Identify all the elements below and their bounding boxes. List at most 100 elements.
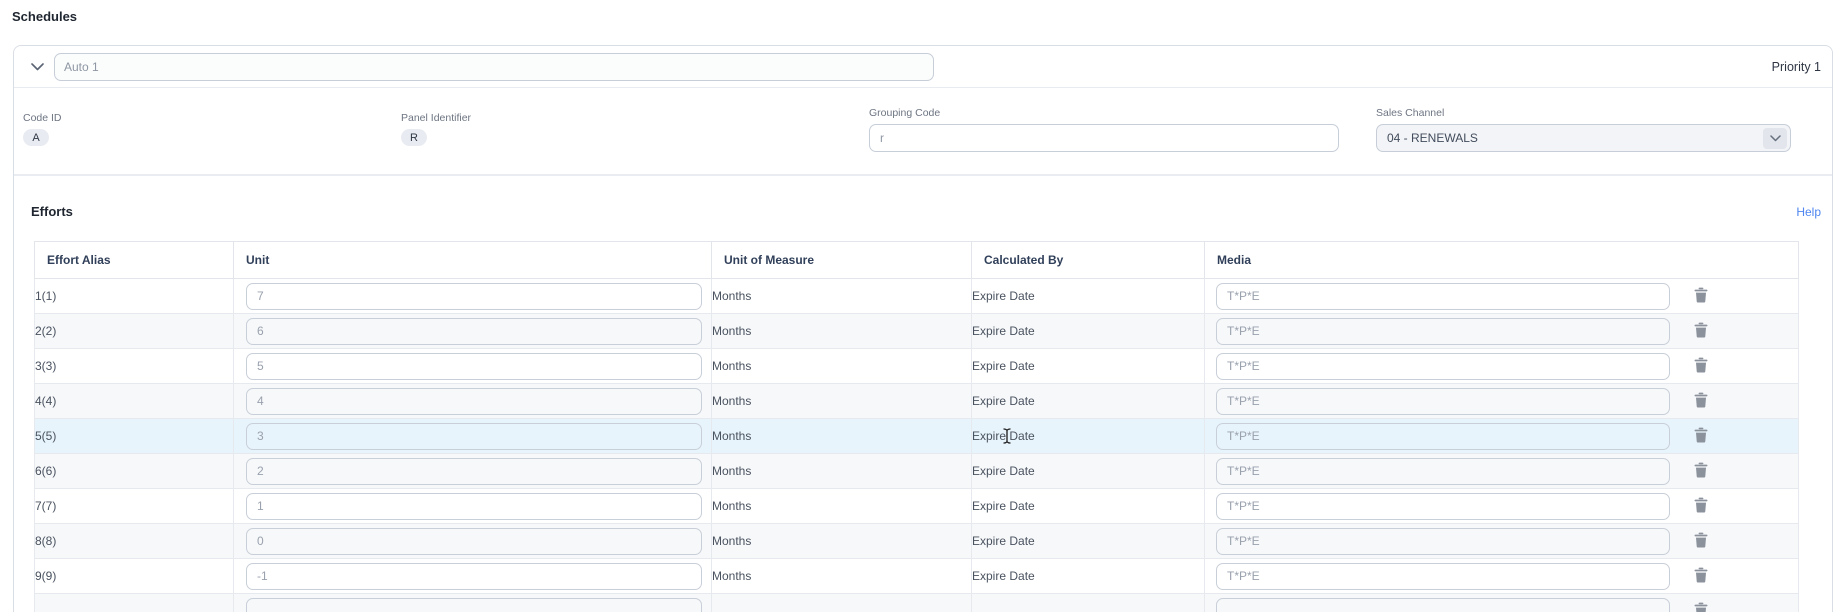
effort-alias-cell [35, 594, 234, 612]
unit-of-measure-cell [712, 594, 972, 612]
text-cursor [1002, 428, 1012, 444]
trash-icon [1694, 287, 1708, 306]
media-input[interactable] [1216, 458, 1670, 485]
efforts-table-header-row: Effort Alias Unit Unit of Measure Calcul… [35, 242, 1799, 279]
unit-input[interactable] [246, 598, 702, 612]
help-link[interactable]: Help [1796, 205, 1821, 219]
effort-alias-cell: 3(3) [35, 349, 234, 384]
effort-alias-cell: 9(9) [35, 559, 234, 594]
schedule-name-input[interactable] [54, 53, 934, 81]
trash-icon [1694, 567, 1708, 586]
media-input[interactable] [1216, 283, 1670, 310]
column-header-calculated-by: Calculated By [972, 242, 1205, 279]
field-code-id: Code ID A [23, 112, 62, 146]
column-header-unit-of-measure: Unit of Measure [712, 242, 972, 279]
unit-of-measure-cell: Months [712, 419, 972, 454]
calculated-by-cell: Expire Date [972, 454, 1205, 489]
media-input[interactable] [1216, 353, 1670, 380]
media-input[interactable] [1216, 318, 1670, 345]
calculated-by-cell: Expire Date [972, 314, 1205, 349]
unit-of-measure-cell: Months [712, 349, 972, 384]
delete-row-button[interactable] [1692, 530, 1710, 553]
schedule-card: Priority 1 Code ID A Panel Identifier R … [13, 45, 1833, 612]
grouping-code-label: Grouping Code [869, 107, 1339, 119]
field-panel-identifier: Panel Identifier R [401, 112, 471, 146]
trash-icon [1694, 497, 1708, 516]
efforts-table: Effort Alias Unit Unit of Measure Calcul… [34, 241, 1799, 612]
delete-row-button[interactable] [1692, 600, 1710, 612]
unit-input[interactable] [246, 423, 702, 450]
calculated-by-cell: Expire Date [972, 524, 1205, 559]
sales-channel-value: 04 - RENEWALS [1387, 131, 1478, 145]
code-id-label: Code ID [23, 112, 62, 124]
unit-input[interactable] [246, 388, 702, 415]
effort-alias-cell: 8(8) [35, 524, 234, 559]
code-id-badge: A [23, 129, 49, 146]
delete-row-button[interactable] [1692, 390, 1710, 413]
media-input[interactable] [1216, 598, 1670, 612]
calculated-by-cell: Expire Date [972, 489, 1205, 524]
delete-row-button[interactable] [1692, 355, 1710, 378]
unit-of-measure-cell: Months [712, 454, 972, 489]
unit-input[interactable] [246, 563, 702, 590]
table-row: 5(5) Months Expire Date [35, 419, 1799, 454]
column-header-unit: Unit [234, 242, 712, 279]
delete-row-button[interactable] [1692, 425, 1710, 448]
delete-row-button[interactable] [1692, 565, 1710, 588]
delete-row-button[interactable] [1692, 285, 1710, 308]
media-input[interactable] [1216, 423, 1670, 450]
effort-alias-cell: 1(1) [35, 279, 234, 314]
unit-of-measure-cell: Months [712, 524, 972, 559]
media-input[interactable] [1216, 388, 1670, 415]
unit-input[interactable] [246, 318, 702, 345]
delete-row-button[interactable] [1692, 320, 1710, 343]
effort-alias-cell: 7(7) [35, 489, 234, 524]
section-divider [14, 174, 1832, 176]
media-input[interactable] [1216, 528, 1670, 555]
table-row: 8(8) Months Expire Date [35, 524, 1799, 559]
page-title: Schedules [12, 9, 77, 24]
trash-icon [1694, 602, 1708, 612]
sales-channel-select[interactable]: 04 - RENEWALS [1376, 124, 1791, 152]
trash-icon [1694, 427, 1708, 446]
unit-input[interactable] [246, 493, 702, 520]
unit-of-measure-cell: Months [712, 314, 972, 349]
column-header-media: Media [1205, 242, 1799, 279]
trash-icon [1694, 322, 1708, 341]
grouping-code-input[interactable] [869, 124, 1339, 152]
panel-identifier-label: Panel Identifier [401, 112, 471, 124]
field-grouping-code: Grouping Code [869, 107, 1339, 152]
unit-input[interactable] [246, 283, 702, 310]
trash-icon [1694, 357, 1708, 376]
delete-row-button[interactable] [1692, 495, 1710, 518]
table-row: 3(3) Months Expire Date [35, 349, 1799, 384]
calculated-by-cell: Expire Date [972, 384, 1205, 419]
table-row: 1(1) Months Expire Date [35, 279, 1799, 314]
schedule-card-header: Priority 1 [14, 46, 1832, 88]
media-input[interactable] [1216, 493, 1670, 520]
calculated-by-cell: Expire Date [972, 349, 1205, 384]
effort-alias-cell: 2(2) [35, 314, 234, 349]
table-row: 4(4) Months Expire Date [35, 384, 1799, 419]
calculated-by-cell [972, 594, 1205, 612]
delete-row-button[interactable] [1692, 460, 1710, 483]
unit-input[interactable] [246, 353, 702, 380]
collapse-toggle-button[interactable] [25, 55, 49, 79]
unit-of-measure-cell: Months [712, 559, 972, 594]
unit-input[interactable] [246, 528, 702, 555]
chevron-down-icon [1763, 128, 1787, 149]
unit-input[interactable] [246, 458, 702, 485]
table-row: 6(6) Months Expire Date [35, 454, 1799, 489]
column-header-effort-alias: Effort Alias [35, 242, 234, 279]
unit-of-measure-cell: Months [712, 489, 972, 524]
trash-icon [1694, 532, 1708, 551]
priority-label: Priority 1 [1772, 60, 1821, 74]
table-row: 7(7) Months Expire Date [35, 489, 1799, 524]
chevron-down-icon [31, 59, 44, 74]
media-input[interactable] [1216, 563, 1670, 590]
trash-icon [1694, 392, 1708, 411]
effort-alias-cell: 4(4) [35, 384, 234, 419]
effort-alias-cell: 6(6) [35, 454, 234, 489]
efforts-section-title: Efforts [31, 204, 73, 219]
calculated-by-cell: Expire Date [972, 279, 1205, 314]
